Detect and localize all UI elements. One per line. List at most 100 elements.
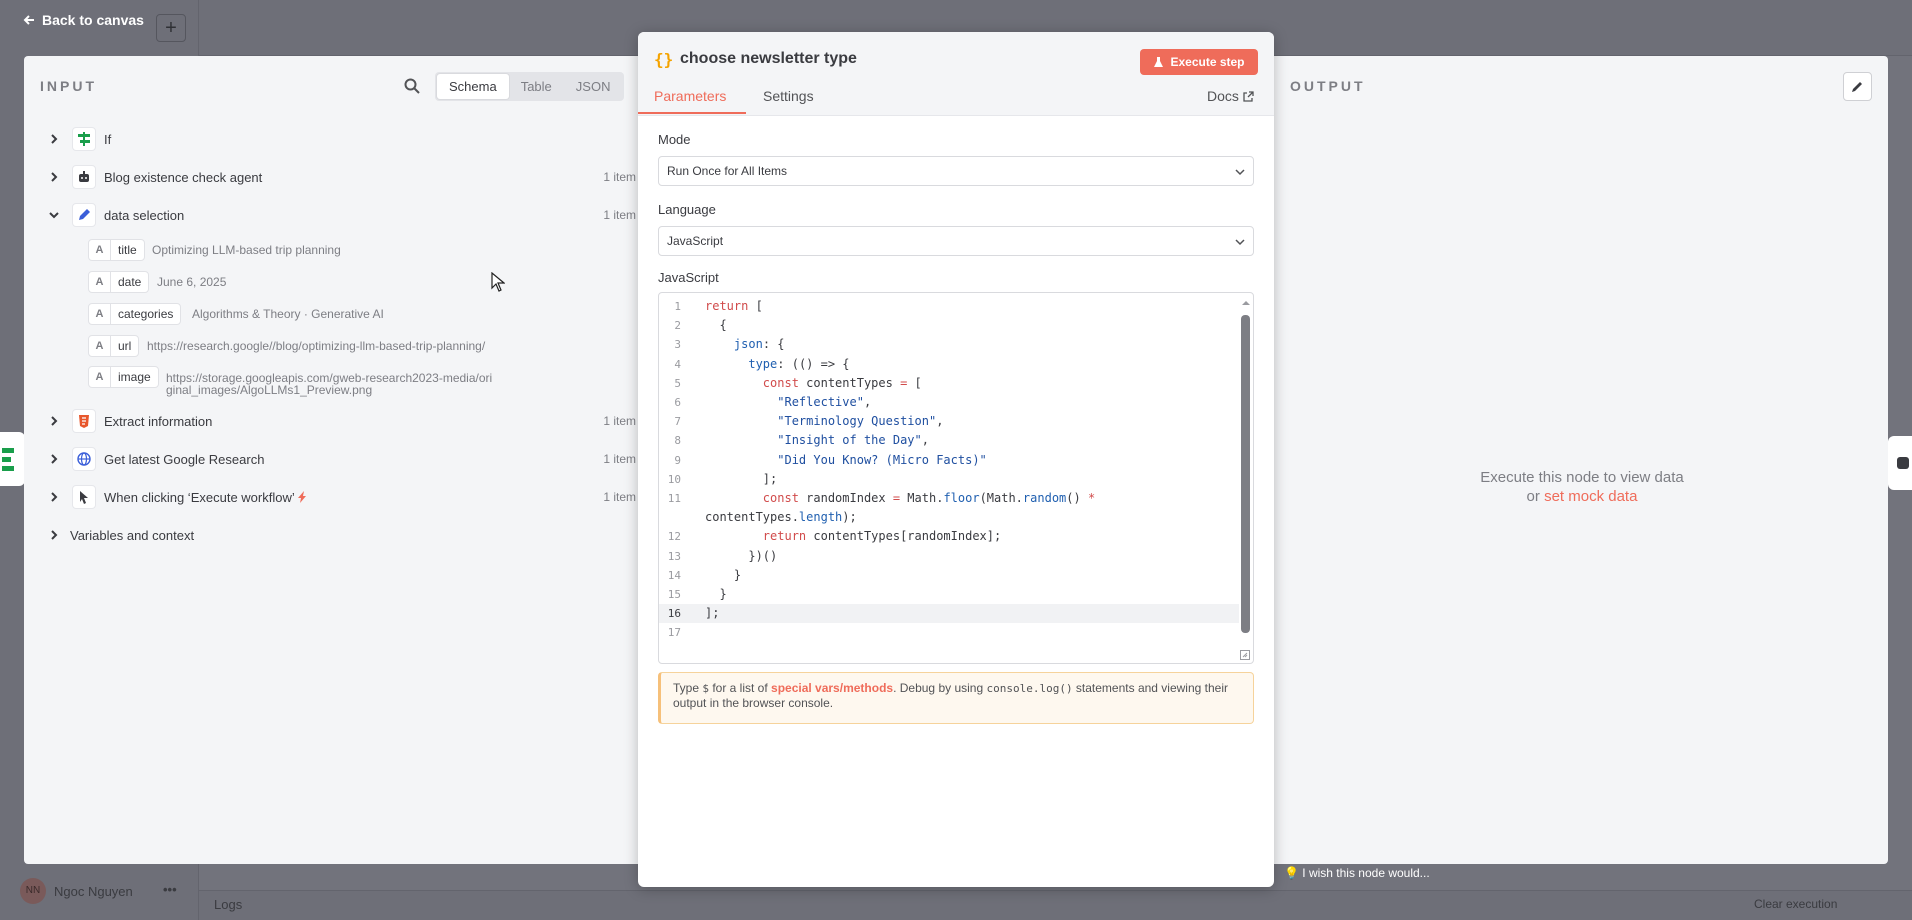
pointer-icon [80, 491, 88, 504]
execute-step-button[interactable]: Execute step [1140, 49, 1258, 75]
code-line[interactable]: 3 json: { [659, 335, 1239, 354]
special-vars-link[interactable]: special vars/methods [771, 681, 893, 695]
logs-label[interactable]: Logs [214, 897, 242, 912]
code-line[interactable]: 4 type: (() => { [659, 355, 1239, 374]
code-line[interactable]: 15 } [659, 585, 1239, 604]
flask-icon [1154, 56, 1164, 67]
chevron-down-icon [1235, 169, 1245, 176]
tab-parameters[interactable]: Parameters [654, 88, 726, 104]
globe-icon [77, 452, 91, 466]
tree-node-if[interactable]: If [24, 120, 638, 158]
code-line[interactable]: 16]; [659, 604, 1239, 624]
chevron-right-icon[interactable] [48, 453, 60, 465]
chevron-right-icon[interactable] [48, 133, 60, 145]
tree-node-count: 1 item [603, 414, 636, 428]
hint-dollar: $ [702, 682, 709, 695]
field-value: Algorithms & Theory · Generative AI [192, 307, 384, 321]
feedback-wish-button[interactable]: 💡 I wish this node would... [1284, 866, 1430, 880]
external-link-icon [1243, 90, 1254, 102]
code-line[interactable]: 6 "Reflective", [659, 393, 1239, 412]
tree-node-get-latest-research[interactable]: Get latest Google Research 1 item [24, 440, 638, 478]
chevron-down-icon[interactable] [48, 209, 60, 221]
field-value: Optimizing LLM-based trip planning [152, 243, 341, 257]
tree-node-name: When clicking ‘Execute workflow’ [104, 490, 307, 505]
prev-node-peek[interactable] [0, 432, 25, 486]
field-value: June 6, 2025 [157, 275, 227, 289]
tab-settings[interactable]: Settings [763, 88, 814, 104]
back-to-canvas-button[interactable]: Back to canvas [22, 12, 144, 28]
edit-output-button[interactable] [1843, 72, 1872, 101]
field-pill[interactable]: Acategories [88, 303, 182, 325]
code-line[interactable]: 17 [659, 623, 1239, 642]
code-line[interactable]: 11 const randomIndex = Math.floor(Math.r… [659, 489, 1239, 508]
code-editor[interactable]: 1 return [2 {3 json: {4 type: (() => {5 c… [658, 292, 1254, 664]
docs-label: Docs [1207, 88, 1239, 104]
schema-field-image[interactable]: Aimage https://storage.googleapis.com/gw… [24, 362, 638, 402]
user-menu-icon[interactable]: ••• [163, 882, 177, 897]
view-json-button[interactable]: JSON [564, 74, 623, 99]
scroll-up-arrow-icon[interactable] [1242, 299, 1250, 307]
code-line[interactable]: 12 return contentTypes[randomIndex]; [659, 527, 1239, 546]
next-node-peek[interactable] [1888, 436, 1912, 490]
tree-node-manual-trigger[interactable]: When clicking ‘Execute workflow’ 1 item [24, 478, 638, 516]
code-line[interactable]: 14 } [659, 566, 1239, 585]
schema-field-categories[interactable]: Acategories Algorithms & Theory · Genera… [24, 298, 638, 330]
code-line[interactable]: 13 })() [659, 547, 1239, 566]
view-table-button[interactable]: Table [509, 74, 564, 99]
hint-text-post: . Debug by using [893, 681, 987, 695]
chevron-right-icon[interactable] [48, 415, 60, 427]
field-key: url [118, 339, 132, 353]
chevron-right-icon[interactable] [48, 171, 60, 183]
search-icon[interactable] [404, 78, 420, 94]
field-key: date [118, 275, 142, 289]
mouse-cursor-icon [491, 272, 505, 292]
field-pill[interactable]: Adate [88, 271, 150, 293]
tree-node-blog-check[interactable]: Blog existence check agent 1 item [24, 158, 638, 196]
code-line[interactable]: contentTypes.length); [659, 508, 1239, 527]
line-number: 12 [667, 530, 681, 544]
line-number: 15 [667, 588, 681, 601]
set-mock-data-link[interactable]: set mock data [1544, 488, 1637, 505]
tree-node-count: 1 item [603, 208, 636, 222]
output-empty-line: Execute this node to view data [1480, 469, 1684, 486]
code-line[interactable]: 5 const contentTypes = [ [659, 374, 1239, 393]
canvas-bottombar [199, 890, 1912, 920]
field-pill[interactable]: Atitle [88, 239, 145, 261]
add-tab-button[interactable]: + [156, 14, 186, 42]
clear-execution-button[interactable]: Clear execution [1754, 897, 1837, 911]
input-panel: INPUT Schema Table JSON If Blog existenc… [24, 56, 638, 864]
field-pill[interactable]: Aimage [88, 366, 159, 388]
schema-field-date[interactable]: Adate June 6, 2025 [24, 266, 638, 298]
code-line[interactable]: 10 ]; [659, 470, 1239, 489]
node-title[interactable]: choose newsletter type [680, 50, 857, 68]
view-schema-button[interactable]: Schema [437, 74, 509, 99]
tree-node-data-selection[interactable]: data selection 1 item [24, 196, 638, 234]
tree-node-extract-information[interactable]: Extract information 1 item [24, 402, 638, 440]
code-text: "Reflective", [777, 395, 872, 409]
schema-field-title[interactable]: Atitle Optimizing LLM-based trip plannin… [24, 234, 638, 266]
mode-select[interactable]: Run Once for All Items [658, 156, 1254, 186]
code-scrollbar-thumb[interactable] [1241, 315, 1250, 633]
code-line[interactable]: 1 return [ [659, 297, 1239, 316]
avatar[interactable]: NN [20, 878, 46, 904]
pencil-icon [79, 209, 90, 220]
language-select[interactable]: JavaScript [658, 226, 1254, 256]
field-pill[interactable]: Aurl [88, 335, 140, 357]
code-line[interactable]: 2 { [659, 316, 1239, 335]
tree-node-variables-context[interactable]: Variables and context [24, 516, 638, 554]
line-number: 8 [674, 434, 681, 448]
resize-handle-icon[interactable] [1240, 650, 1250, 660]
user-name: Ngoc Nguyen [54, 884, 133, 899]
tree-node-name: Get latest Google Research [104, 451, 265, 467]
code-line[interactable]: 9 "Did You Know? (Micro Facts)" [659, 451, 1239, 470]
line-number: 11 [667, 492, 681, 505]
schema-field-url[interactable]: Aurl https://research.google//blog/optim… [24, 330, 638, 362]
tree-node-name: Extract information [104, 413, 213, 429]
chevron-right-icon[interactable] [48, 491, 60, 503]
code-text: "Insight of the Day", [777, 433, 929, 448]
code-line[interactable]: 7 "Terminology Question", [659, 412, 1239, 431]
docs-link[interactable]: Docs [1207, 88, 1254, 104]
node-settings-panel: {} choose newsletter type Execute step P… [638, 32, 1274, 887]
chevron-right-icon[interactable] [48, 529, 60, 541]
code-line[interactable]: 8 "Insight of the Day", [659, 431, 1239, 450]
